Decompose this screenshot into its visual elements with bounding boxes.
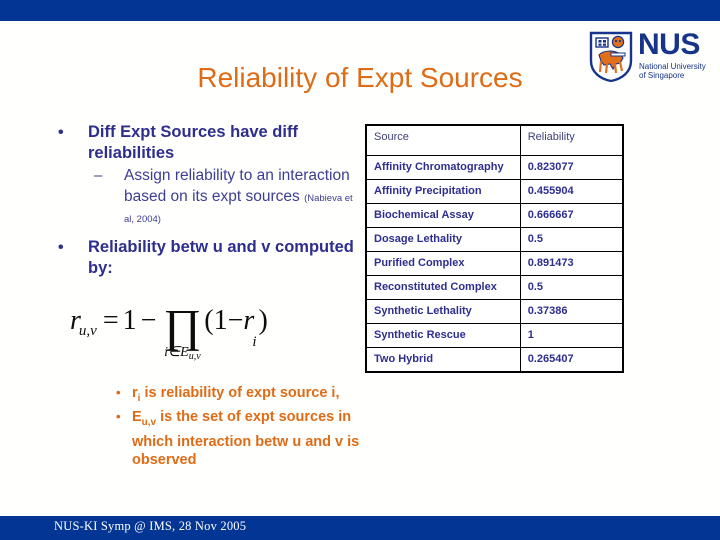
legend-symbol-e: E xyxy=(132,409,142,426)
cell-source: Synthetic Lethality xyxy=(365,298,521,324)
cell-reliability: 0.5 xyxy=(519,274,624,300)
formula-tail-var: r xyxy=(243,305,255,336)
cell-source: Two Hybrid xyxy=(365,346,521,372)
cell-reliability: 0.823077 xyxy=(519,154,624,180)
table-row: Biochemical Assay 0.666667 xyxy=(365,202,624,228)
cell-reliability: 0.455904 xyxy=(519,178,624,204)
table-row: Synthetic Lethality 0.37386 xyxy=(365,298,624,324)
bullet-item-sub-1: – Assign reliability to an interaction b… xyxy=(50,165,360,228)
bullet-item-primary-1: • Diff Expt Sources have diff reliabilit… xyxy=(50,122,360,164)
formula-tail-sub: i xyxy=(252,333,257,350)
table-row: Two Hybrid 0.265407 xyxy=(365,346,624,372)
product-index: i∈Eu,v xyxy=(164,345,201,363)
cell-reliability: 0.666667 xyxy=(519,202,624,228)
legend-item-ri: • ri is reliability of expt source i, xyxy=(110,384,360,408)
footer-label: NUS-KI Symp @ IMS, 28 Nov 2005 xyxy=(54,519,247,533)
table-header-row: Source Reliability xyxy=(365,124,624,156)
bullet-item-primary-2: • Reliability betw u and v computed by: xyxy=(50,237,360,279)
legend-symbol-e-sub: u,v xyxy=(141,417,157,429)
top-accent-bar xyxy=(0,0,720,21)
product-index-main: i∈E xyxy=(164,345,189,360)
cell-reliability: 0.5 xyxy=(519,226,624,252)
table-row: Affinity Chromatography 0.823077 xyxy=(365,154,624,180)
cell-reliability: 1 xyxy=(519,322,624,348)
bullet-glyph-icon: • xyxy=(116,409,121,425)
table-row: Reconstituted Complex 0.5 xyxy=(365,274,624,300)
formula-equals: = xyxy=(102,305,119,336)
table-row: Purified Complex 0.891473 xyxy=(365,250,624,276)
cell-source: Dosage Lethality xyxy=(365,226,521,252)
formula-legend: • ri is reliability of expt source i, • Eu… xyxy=(110,384,360,470)
formula-product-operator: ∏ i∈Eu,v xyxy=(163,300,202,363)
page-title: Reliability of Expt Sources xyxy=(197,62,523,93)
column-header-source: Source xyxy=(365,124,521,156)
bullet-glyph-icon: • xyxy=(58,124,64,141)
legend-text-e: is the set of expt sources in which inte… xyxy=(132,409,360,469)
bullet-list: • Diff Expt Sources have diff reliabilit… xyxy=(50,122,360,280)
cell-reliability: 0.891473 xyxy=(519,250,624,276)
formula-tail-open: (1− xyxy=(204,305,244,336)
legend-item-euv: • Eu,v is the set of expt sources in whic… xyxy=(110,408,360,469)
table-row: Affinity Precipitation 0.455904 xyxy=(365,178,624,204)
formula-tail: (1−ri) xyxy=(204,305,268,350)
reliability-formula: r u,v = 1 − ∏ i∈Eu,v (1−ri) xyxy=(70,302,360,364)
slide-canvas: NUS National University of Singapore Rel… xyxy=(0,0,720,540)
bullet-text-2: Reliability betw u and v computed by: xyxy=(88,238,354,277)
bullet-text-1: Diff Expt Sources have diff reliabilitie… xyxy=(88,123,298,162)
table-row: Dosage Lethality 0.5 xyxy=(365,226,624,252)
bullet-glyph-icon: • xyxy=(116,385,121,400)
table-row: Synthetic Rescue 1 xyxy=(365,322,624,348)
formula-lhs-sub: u,v xyxy=(78,323,97,339)
bullet-glyph-icon: • xyxy=(58,239,64,256)
cell-source: Biochemical Assay xyxy=(365,202,521,228)
cell-source: Synthetic Rescue xyxy=(365,322,521,348)
dash-glyph-icon: – xyxy=(94,167,103,184)
cell-source: Purified Complex xyxy=(365,250,521,276)
legend-text-r: is reliability of expt source i, xyxy=(140,385,340,401)
cell-source: Affinity Precipitation xyxy=(365,178,521,204)
formula-minus: − xyxy=(140,305,157,336)
formula-tail-close: ) xyxy=(258,305,268,336)
nus-wordmark: NUS xyxy=(638,28,700,61)
cell-source: Reconstituted Complex xyxy=(365,274,521,300)
formula-one: 1 xyxy=(122,305,137,336)
cell-reliability: 0.265407 xyxy=(519,346,624,372)
column-header-reliability: Reliability xyxy=(519,124,624,156)
product-index-sub: u,v xyxy=(188,351,201,362)
cell-reliability: 0.37386 xyxy=(519,298,624,324)
reliability-table: Source Reliability Affinity Chromatography… xyxy=(365,124,624,373)
product-glyph-icon: ∏ xyxy=(163,300,202,351)
cell-source: Affinity Chromatography xyxy=(365,154,521,180)
